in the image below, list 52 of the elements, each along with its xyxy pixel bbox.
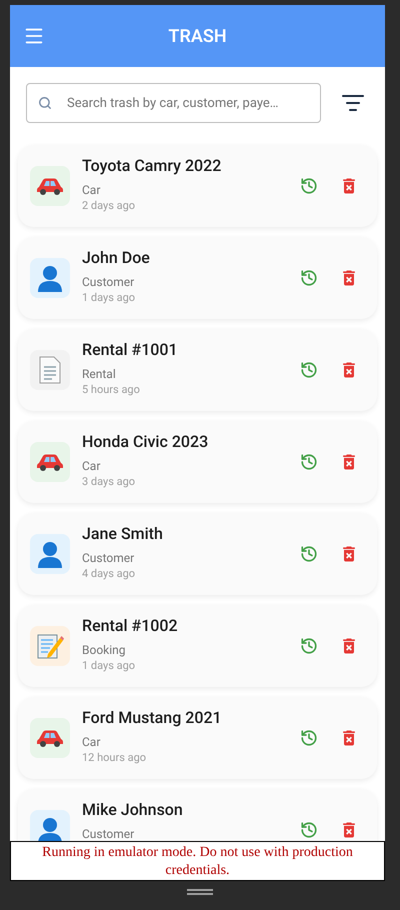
item-title: Rental #1001 — [82, 340, 179, 360]
restore-icon — [300, 821, 318, 839]
emulator-warning-text: Running in emulator mode. Do not use with production credentials. — [42, 845, 353, 878]
trash-item-card[interactable]: Rental #1001 Rental 5 hours ago — [18, 329, 377, 411]
memo-icon — [36, 632, 64, 660]
item-time: 1 days ago — [82, 290, 136, 306]
restore-icon — [300, 361, 318, 379]
item-title: Jane Smith — [82, 524, 164, 544]
person-icon — [37, 816, 63, 841]
car-icon — [36, 176, 64, 196]
item-time: 4 days ago — [82, 566, 136, 582]
trash-item-card[interactable]: John Doe Customer 1 days ago — [18, 237, 377, 319]
person-icon — [37, 264, 63, 292]
item-time: 1 days ago — [82, 658, 136, 674]
item-title: Honda Civic 2023 — [82, 432, 210, 452]
resize-handle-icon — [187, 889, 213, 895]
car-icon — [36, 728, 64, 748]
search-field[interactable]: Search trash by car, customer, paye… — [26, 83, 321, 123]
item-time: 3 days ago — [82, 474, 136, 490]
restore-icon — [300, 177, 318, 195]
item-title: Toyota Camry 2022 — [82, 156, 222, 176]
trash-item-card[interactable]: Mike Johnson Customer — [18, 789, 377, 841]
item-type: Car — [82, 182, 102, 198]
item-title: Ford Mustang 2021 — [82, 708, 223, 728]
item-type: Customer — [82, 550, 136, 566]
item-time: 5 hours ago — [82, 382, 141, 398]
restore-icon — [300, 453, 318, 471]
item-time: 2 days ago — [82, 198, 136, 214]
item-title: Rental #1002 — [82, 616, 179, 636]
item-title: John Doe — [82, 248, 151, 268]
item-type: Car — [82, 734, 102, 750]
app-bar-title: TRASH — [168, 24, 227, 48]
trash-item-card[interactable]: Jane Smith Customer 4 days ago — [18, 513, 377, 595]
item-type: Rental — [82, 366, 117, 382]
car-icon — [36, 452, 64, 472]
restore-icon — [300, 729, 318, 747]
restore-icon — [300, 637, 318, 655]
trash-item-card[interactable]: Toyota Camry 2022 Car 2 days ago — [18, 145, 377, 227]
item-type: Customer — [82, 274, 136, 290]
trash-item-card[interactable]: Honda Civic 2023 Car 3 days ago — [18, 421, 377, 503]
restore-icon — [300, 269, 318, 287]
search-icon — [38, 96, 52, 110]
person-icon — [37, 540, 63, 568]
item-type: Customer — [82, 826, 136, 841]
trash-item-card[interactable]: Ford Mustang 2021 Car 12 hours ago — [18, 697, 377, 779]
item-type: Car — [82, 458, 102, 474]
trash-item-card[interactable]: Rental #1002 Booking 1 days ago — [18, 605, 377, 687]
restore-icon — [300, 545, 318, 563]
item-type: Booking — [82, 642, 127, 658]
document-icon — [39, 356, 61, 384]
item-title: Mike Johnson — [82, 800, 184, 820]
item-time: 12 hours ago — [82, 750, 148, 766]
